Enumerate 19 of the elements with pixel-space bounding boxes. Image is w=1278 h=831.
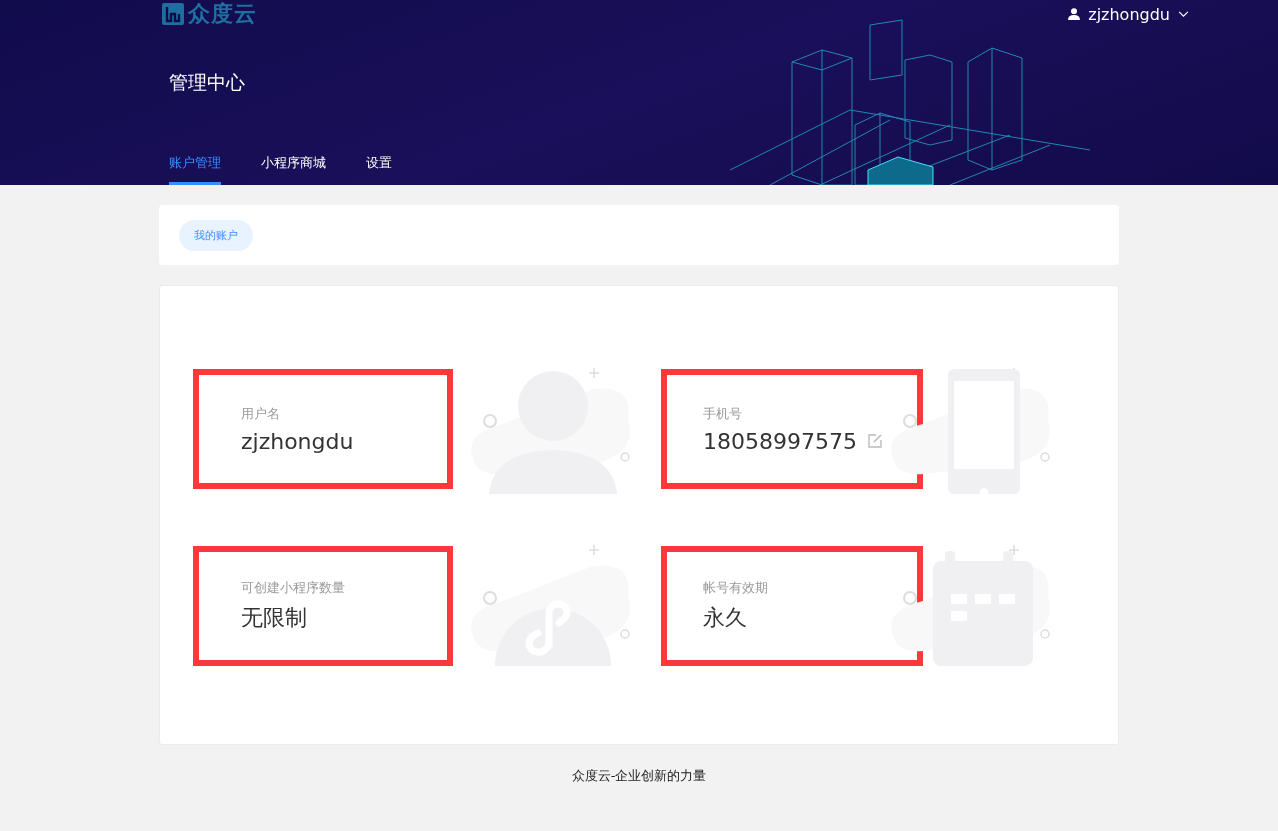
nav-tab[interactable]: 账户管理 [169, 154, 221, 185]
field-label: 帐号有效期 [703, 578, 769, 597]
field-value: 18058997575 [703, 428, 857, 454]
logo-text: 众度云 [188, 0, 257, 28]
user-icon [1068, 8, 1081, 20]
field-label: 手机号 [703, 404, 743, 423]
field-value: zjzhongdu [241, 428, 354, 454]
field-label: 用户名 [241, 404, 281, 423]
user-menu[interactable]: zjzhongdu [1068, 4, 1189, 24]
nav-tab[interactable]: 设置 [366, 154, 392, 185]
field-label: 可创建小程序数量 [241, 578, 346, 597]
page-title: 管理中心 [169, 70, 246, 95]
nav-tab[interactable]: 小程序商城 [261, 154, 326, 185]
field-value: 永久 [703, 603, 747, 632]
edit-icon[interactable] [866, 433, 883, 450]
chevron-down-icon [1178, 10, 1189, 18]
logo-icon [161, 2, 185, 26]
footer-text: 众度云-企业创新的力量 [570, 767, 708, 785]
field-value: 无限制 [241, 603, 307, 632]
